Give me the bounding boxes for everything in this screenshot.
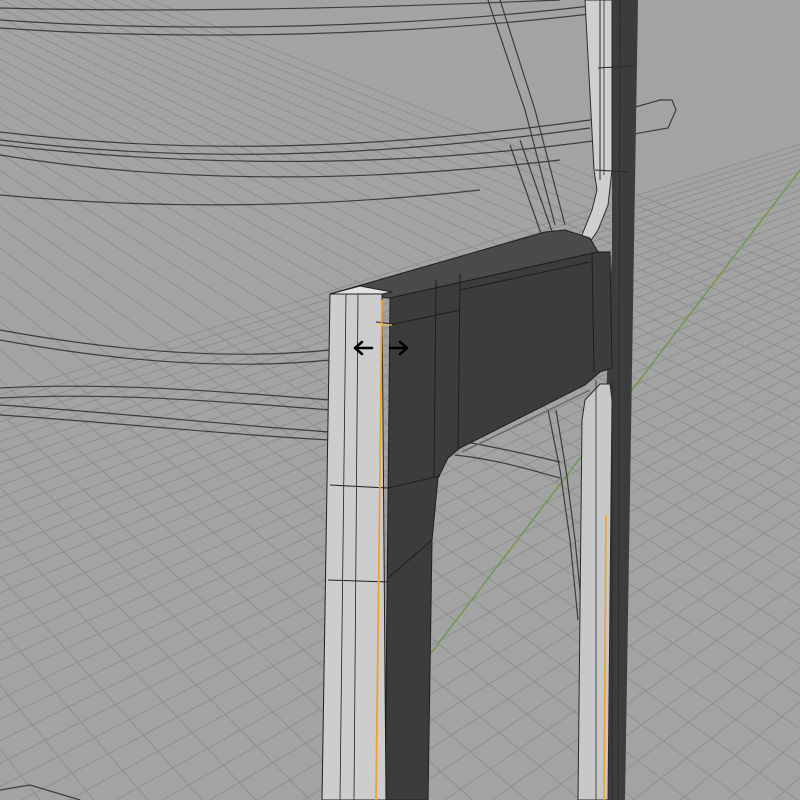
3d-viewport[interactable]: [0, 0, 800, 800]
viewport-canvas[interactable]: [0, 0, 800, 800]
